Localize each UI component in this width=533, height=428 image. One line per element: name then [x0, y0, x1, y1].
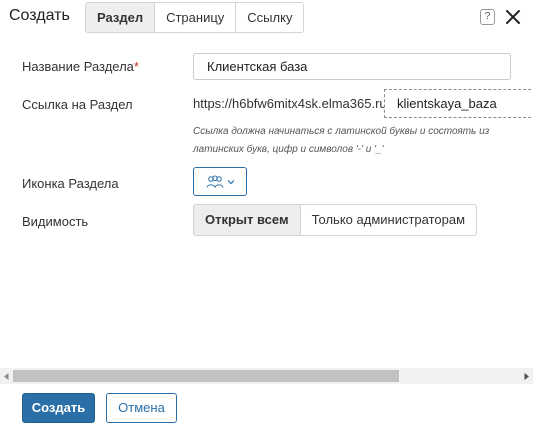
visibility-label: Видимость: [22, 214, 89, 229]
icon-picker-button[interactable]: [193, 167, 247, 196]
tab-page[interactable]: Страницу: [154, 3, 236, 32]
section-icon-label: Иконка Раздела: [22, 176, 119, 191]
section-slug-input[interactable]: klientskaya_baza: [384, 89, 533, 118]
close-icon[interactable]: [505, 9, 521, 25]
section-name-label: Название Раздела*: [22, 59, 139, 74]
section-name-input[interactable]: Клиентская база: [193, 53, 511, 80]
visibility-option-admins[interactable]: Только администраторам: [299, 205, 477, 235]
section-name-label-text: Название Раздела: [22, 59, 134, 74]
horizontal-scrollbar[interactable]: [0, 368, 533, 384]
tab-section[interactable]: Раздел: [86, 3, 155, 32]
tab-link[interactable]: Ссылку: [235, 3, 304, 32]
help-icon[interactable]: ?: [480, 9, 495, 25]
link-hint: Ссылка должна начинаться с латинской бук…: [193, 126, 490, 155]
create-type-tabs: Раздел Страницу Ссылку: [85, 2, 305, 33]
section-link-label: Ссылка на Раздел: [22, 97, 133, 112]
arrow-left-icon: [4, 372, 9, 380]
scrollbar-thumb[interactable]: [13, 370, 399, 382]
url-prefix: https://h6bfw6mitx4sk.elma365.ru/: [193, 96, 391, 111]
visibility-option-all[interactable]: Открыт всем: [194, 205, 300, 235]
dialog-title: Создать: [9, 7, 70, 24]
chevron-down-icon: [227, 179, 234, 184]
arrow-right-icon: [524, 372, 529, 380]
dialog-header: Создать Раздел Страницу Ссылку ?: [0, 0, 533, 36]
required-mark: *: [133, 59, 139, 74]
scroll-left-arrow[interactable]: [0, 368, 13, 384]
users-icon: [206, 175, 223, 188]
create-button[interactable]: Создать: [22, 393, 95, 423]
scroll-right-arrow[interactable]: [520, 368, 533, 384]
cancel-button[interactable]: Отмена: [106, 393, 177, 423]
visibility-toggle: Открыт всем Только администраторам: [193, 204, 478, 236]
